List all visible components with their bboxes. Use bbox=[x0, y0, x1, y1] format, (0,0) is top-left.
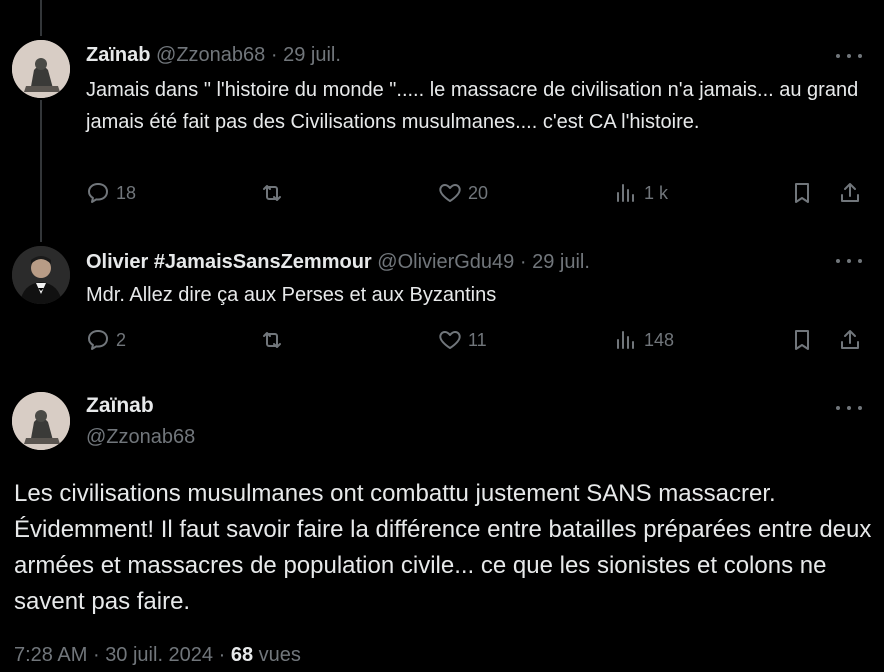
tweet-text: Les civilisations musulmanes ont combatt… bbox=[14, 480, 872, 615]
bookmark-button[interactable] bbox=[790, 181, 814, 205]
retweet-button[interactable] bbox=[260, 181, 284, 205]
display-name[interactable]: Zaïnab bbox=[86, 44, 150, 66]
bookmark-button[interactable] bbox=[790, 328, 814, 352]
separator: · bbox=[92, 644, 100, 666]
separator: · bbox=[270, 44, 278, 66]
separator: · bbox=[519, 251, 527, 273]
share-button[interactable] bbox=[838, 328, 862, 352]
share-icon bbox=[841, 330, 859, 349]
handle[interactable]: @Zzonab68 bbox=[86, 426, 195, 449]
tweet-meta: Olivier #JamaisSansZemmour @OlivierGdu49… bbox=[86, 251, 590, 274]
tweet-time[interactable]: 7:28 AM bbox=[14, 644, 87, 666]
reply-icon bbox=[88, 330, 108, 350]
reply-count: 2 bbox=[116, 329, 127, 350]
reply-icon bbox=[88, 183, 108, 203]
tweet-date[interactable]: 29 juil. bbox=[532, 251, 590, 273]
separator: · bbox=[218, 644, 226, 666]
more-button[interactable] bbox=[836, 251, 862, 271]
thread-line-top bbox=[40, 0, 42, 36]
tweet-footer: 7:28 AM · 30 juil. 2024 · 68 vues bbox=[14, 644, 301, 667]
retweet-button[interactable] bbox=[260, 328, 284, 352]
more-icon bbox=[836, 54, 840, 58]
like-button[interactable]: 11 bbox=[438, 328, 487, 352]
more-icon bbox=[836, 259, 840, 263]
like-icon bbox=[439, 331, 461, 349]
more-button[interactable] bbox=[836, 398, 862, 418]
reply-count: 18 bbox=[116, 182, 137, 203]
retweet-icon bbox=[263, 332, 281, 348]
reply-button[interactable]: 18 bbox=[86, 181, 136, 205]
like-count: 20 bbox=[468, 182, 489, 203]
handle[interactable]: @OlivierGdu49 bbox=[377, 251, 514, 273]
tweet-text: Mdr. Allez dire ça aux Perses et aux Byz… bbox=[86, 284, 497, 306]
more-icon bbox=[836, 406, 840, 410]
views-count: 1 k bbox=[644, 182, 669, 203]
tweet-date[interactable]: 29 juil. bbox=[283, 44, 341, 66]
avatar[interactable] bbox=[12, 40, 70, 98]
views-icon bbox=[617, 331, 634, 349]
views-button[interactable]: 1 k bbox=[614, 181, 668, 205]
tweet-date[interactable]: 30 juil. 2024 bbox=[105, 644, 213, 666]
reply-button[interactable]: 2 bbox=[86, 328, 126, 352]
retweet-icon bbox=[263, 185, 281, 201]
like-icon bbox=[439, 184, 461, 202]
bookmark-icon bbox=[795, 183, 809, 203]
views-button[interactable]: 148 bbox=[614, 328, 674, 352]
action-bar: 2 11 148 bbox=[86, 328, 866, 358]
bookmark-icon bbox=[795, 330, 809, 350]
display-name[interactable]: Olivier #JamaisSansZemmour bbox=[86, 251, 372, 273]
avatar[interactable] bbox=[12, 246, 70, 304]
views-count: 68 bbox=[230, 644, 254, 666]
action-bar: 18 20 1 k bbox=[86, 181, 866, 211]
views-label: vues bbox=[258, 644, 301, 666]
like-count: 11 bbox=[468, 329, 487, 350]
tweet-meta: Zaïnab @Zzonab68 · 29 juil. bbox=[86, 44, 341, 67]
more-button[interactable] bbox=[836, 46, 862, 66]
views-count: 148 bbox=[644, 329, 675, 350]
views-icon bbox=[617, 184, 634, 202]
tweet-text: Jamais dans " l'histoire du monde ".....… bbox=[86, 79, 859, 133]
like-button[interactable]: 20 bbox=[438, 181, 488, 205]
display-name[interactable]: Zaïnab bbox=[86, 394, 154, 418]
avatar[interactable] bbox=[12, 392, 70, 450]
handle[interactable]: @Zzonab68 bbox=[156, 44, 265, 66]
share-icon bbox=[841, 183, 859, 202]
share-button[interactable] bbox=[838, 181, 862, 205]
thread-line-connector bbox=[40, 100, 42, 242]
